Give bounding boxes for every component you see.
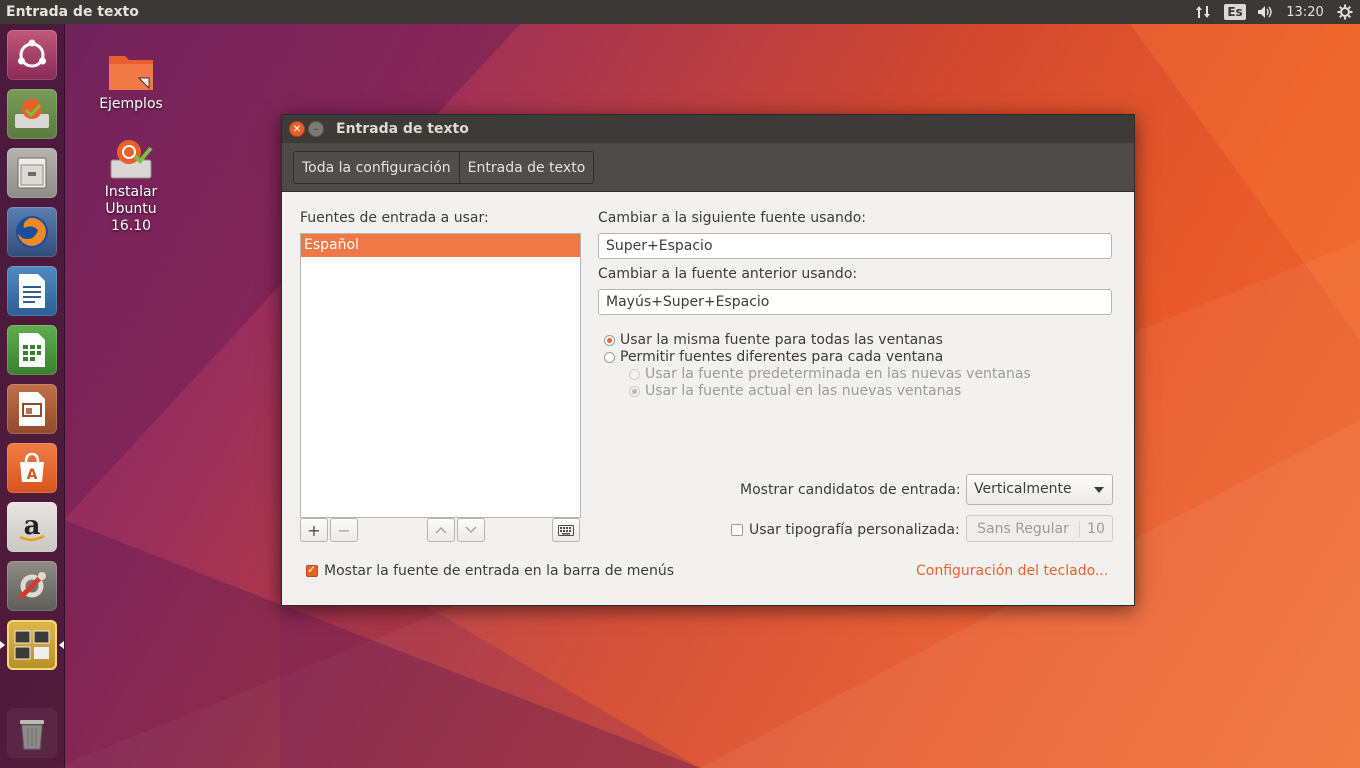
- chevron-down-icon: [465, 526, 477, 534]
- keyboard-icon: [558, 524, 574, 536]
- libreoffice-impress-icon[interactable]: [7, 384, 57, 434]
- move-down-button[interactable]: [457, 518, 485, 542]
- window-titlebar[interactable]: ✕ – Entrada de texto: [282, 115, 1134, 143]
- breadcrumb-text-entry[interactable]: Entrada de texto: [458, 152, 594, 183]
- input-sources-list[interactable]: Español: [300, 233, 581, 518]
- window-title: Entrada de texto: [336, 121, 469, 137]
- svg-text:A: A: [27, 467, 38, 483]
- chevron-up-icon: [435, 526, 447, 534]
- libreoffice-calc-icon[interactable]: [7, 325, 57, 375]
- custom-font-checkbox[interactable]: [731, 524, 743, 536]
- session-gear-icon[interactable]: [1330, 0, 1360, 24]
- current-source-radio[interactable]: [629, 386, 640, 397]
- show-in-menubar-checkbox[interactable]: [306, 563, 318, 577]
- focused-app-indicator: [59, 641, 64, 649]
- volume-icon[interactable]: [1252, 0, 1280, 24]
- minimize-icon[interactable]: –: [308, 121, 324, 137]
- keyboard-layout-button[interactable]: [552, 518, 580, 542]
- amazon-icon[interactable]: a: [7, 502, 57, 552]
- prev-source-shortcut-field[interactable]: Mayús+Super+Espacio: [598, 289, 1112, 315]
- network-icon[interactable]: [1188, 0, 1218, 24]
- different-source-label: Permitir fuentes diferentes para cada ve…: [620, 349, 944, 365]
- ubuntu-software-icon[interactable]: A: [7, 443, 57, 493]
- same-source-label: Usar la misma fuente para todas las vent…: [620, 332, 943, 348]
- default-source-radio[interactable]: [629, 369, 640, 380]
- desktop-icon-label: Instalar Ubuntu 16.10: [104, 184, 158, 234]
- input-source-row[interactable]: Español: [301, 234, 580, 257]
- files-icon[interactable]: [7, 148, 57, 198]
- add-source-button[interactable]: +: [300, 518, 328, 542]
- default-source-label: Usar la fuente predeterminada en las nue…: [645, 366, 1031, 382]
- workspace-switcher-icon[interactable]: [7, 620, 57, 670]
- firefox-icon[interactable]: [7, 207, 57, 257]
- breadcrumb-all-settings[interactable]: Toda la configuración: [294, 152, 459, 183]
- font-size: 10: [1079, 520, 1112, 537]
- dropdown-arrow-icon: [1094, 487, 1104, 493]
- prev-source-label: Cambiar a la fuente anterior usando:: [598, 266, 858, 282]
- current-source-label: Usar la fuente actual en las nuevas vent…: [645, 383, 962, 399]
- remove-source-button[interactable]: −: [330, 518, 358, 542]
- top-panel: Entrada de texto Es 13:20: [0, 0, 1360, 24]
- close-icon[interactable]: ✕: [289, 121, 305, 137]
- indicator-area: Es 13:20: [1188, 0, 1360, 24]
- desktop-icon-examples[interactable]: Ejemplos: [85, 48, 177, 113]
- same-source-radio[interactable]: [604, 335, 615, 346]
- folder-icon: [107, 48, 155, 94]
- keyboard-indicator[interactable]: Es: [1218, 0, 1252, 24]
- font-name: Sans Regular: [977, 520, 1069, 537]
- window-toolbar: Toda la configuración Entrada de texto: [282, 143, 1134, 192]
- desktop-icon-label: Ejemplos: [99, 96, 163, 112]
- launcher: A a: [0, 24, 65, 768]
- breadcrumb: Toda la configuración Entrada de texto: [293, 151, 595, 184]
- top-panel-title: Entrada de texto: [6, 4, 139, 20]
- svg-text:a: a: [24, 511, 41, 541]
- next-source-label: Cambiar a la siguiente fuente usando:: [598, 210, 867, 226]
- trash-icon[interactable]: [7, 708, 57, 758]
- ubuntu-dash-icon[interactable]: [7, 30, 57, 80]
- move-up-button[interactable]: [427, 518, 455, 542]
- show-in-menubar-label: Mostar la fuente de entrada en la barra …: [324, 563, 675, 579]
- next-source-shortcut-field[interactable]: Super+Espacio: [598, 233, 1112, 259]
- installer-icon: [107, 136, 155, 182]
- keyboard-layout-badge: Es: [1224, 4, 1246, 20]
- clock[interactable]: 13:20: [1280, 0, 1330, 24]
- libreoffice-writer-icon[interactable]: [7, 266, 57, 316]
- custom-font-label: Usar tipografía personalizada:: [749, 522, 960, 538]
- candidates-label: Mostrar candidatos de entrada:: [740, 482, 961, 498]
- sources-label: Fuentes de entrada a usar:: [300, 210, 489, 226]
- active-app-indicator: [0, 641, 5, 649]
- desktop-icon-install-ubuntu[interactable]: Instalar Ubuntu 16.10: [85, 136, 177, 235]
- text-entry-window: ✕ – Entrada de texto Toda la configuraci…: [281, 114, 1135, 606]
- install-ubuntu-icon[interactable]: [7, 89, 57, 139]
- keyboard-settings-link[interactable]: Configuración del teclado...: [916, 563, 1108, 579]
- different-source-radio[interactable]: [604, 352, 615, 363]
- system-settings-icon[interactable]: [7, 561, 57, 611]
- candidates-value: Verticalmente: [974, 481, 1072, 497]
- candidates-dropdown[interactable]: Verticalmente: [966, 474, 1113, 505]
- font-chooser-button[interactable]: Sans Regular 10: [966, 515, 1113, 542]
- window-content: Fuentes de entrada a usar: Español + − C…: [282, 192, 1134, 605]
